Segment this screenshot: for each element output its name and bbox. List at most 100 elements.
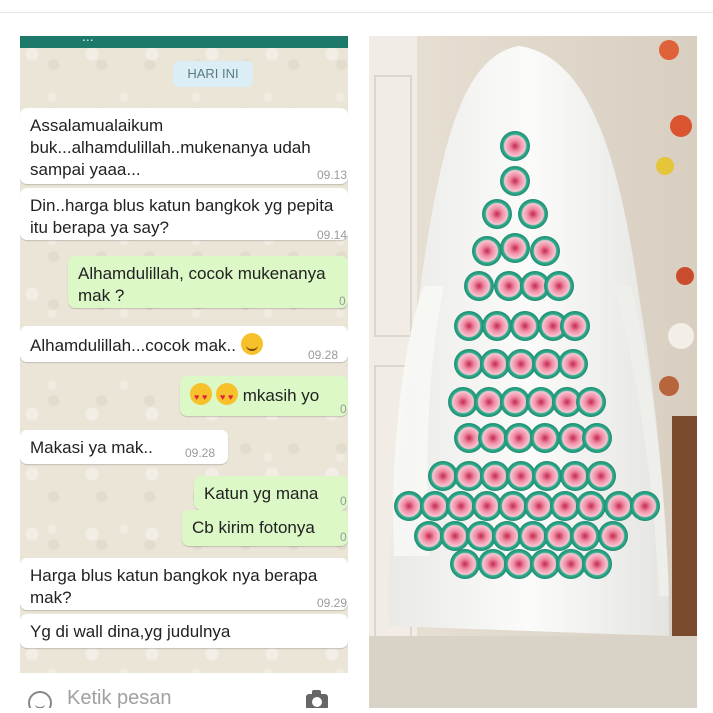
crochet-flower: [582, 423, 612, 453]
crochet-flower: [576, 387, 606, 417]
crochet-flower: [506, 349, 536, 379]
message-text: Cb kirim fotonya: [192, 518, 315, 537]
crochet-flower: [454, 461, 484, 491]
crochet-flower: [560, 461, 590, 491]
emoji-picker-icon[interactable]: [28, 691, 52, 708]
crochet-flower: [630, 491, 660, 521]
crochet-flower: [450, 549, 480, 579]
crochet-flower: [532, 461, 562, 491]
message-time: 0: [340, 402, 347, 416]
crochet-flower: [500, 387, 530, 417]
crochet-flower: [506, 461, 536, 491]
message-text: Makasi ya mak..: [30, 438, 153, 457]
crochet-flower: [604, 491, 634, 521]
message-incoming[interactable]: Assalamualaikum buk...alhamdulillah..muk…: [20, 108, 348, 184]
chat-panel: ... HARI INI Assalamualaikum buk...alham…: [20, 36, 348, 708]
crochet-flower: [414, 521, 444, 551]
message-outgoing[interactable]: Alhamdulillah, cocok mukenanya mak ? 0: [68, 256, 348, 308]
crochet-flower: [482, 311, 512, 341]
camera-icon[interactable]: [306, 690, 328, 708]
crochet-flower: [560, 311, 590, 341]
crochet-flower: [530, 423, 560, 453]
crochet-flower: [558, 349, 588, 379]
message-outgoing[interactable]: mkasih yo 0: [180, 376, 348, 416]
floor: [369, 636, 697, 708]
message-incoming[interactable]: Harga blus katun bangkok nya berapa mak?…: [20, 558, 348, 610]
crochet-flower: [494, 271, 524, 301]
crochet-flower: [446, 491, 476, 521]
crochet-flower: [550, 491, 580, 521]
crochet-flower: [440, 521, 470, 551]
message-outgoing[interactable]: Cb kirim fotonya 0: [182, 510, 348, 546]
crochet-flower: [454, 311, 484, 341]
message-time: 0: [340, 530, 347, 544]
message-time: 09.28: [185, 446, 216, 460]
message-text: mkasih yo: [242, 386, 320, 405]
message-text: Katun yg mana: [204, 484, 319, 503]
message-time: 09.14: [317, 228, 348, 242]
crochet-flower: [500, 233, 530, 263]
message-incoming[interactable]: Yg di wall dina,yg judulnya: [20, 614, 348, 648]
product-photo: [369, 36, 697, 708]
crochet-flower: [454, 349, 484, 379]
crochet-flower: [582, 549, 612, 579]
crochet-flower: [544, 271, 574, 301]
crochet-flower: [448, 387, 478, 417]
message-time: 09.13: [317, 168, 348, 182]
crochet-flower: [504, 549, 534, 579]
crochet-flower: [420, 491, 450, 521]
flower-decor: [659, 376, 679, 396]
crochet-flower: [480, 461, 510, 491]
crochet-flower: [518, 199, 548, 229]
flower-decor: [668, 323, 694, 349]
message-incoming[interactable]: Din..harga blus katun bangkok yg pepita …: [20, 188, 348, 242]
message-time: 09.28: [308, 348, 339, 362]
message-time: 09.29: [317, 596, 348, 610]
flower-decor: [670, 115, 692, 137]
crochet-flower: [482, 199, 512, 229]
flower-decor: [656, 157, 674, 175]
crochet-flower: [478, 423, 508, 453]
chat-header[interactable]: ...: [20, 36, 348, 48]
top-divider: [0, 12, 713, 13]
heart-eyes-emoji: [190, 383, 212, 408]
message-text: Din..harga blus katun bangkok yg pepita …: [30, 196, 334, 237]
crochet-flower: [492, 521, 522, 551]
crochet-flower: [544, 521, 574, 551]
message-incoming[interactable]: Makasi ya mak.. 09.28: [20, 430, 228, 464]
vase: [672, 416, 697, 636]
crochet-flower: [464, 271, 494, 301]
crochet-flower: [480, 349, 510, 379]
crochet-flower: [570, 521, 600, 551]
message-input[interactable]: Ketik pesan: [67, 687, 172, 708]
chat-header-title: ...: [82, 36, 94, 44]
crochet-flower: [428, 461, 458, 491]
message-text: Alhamdulillah...cocok mak..: [30, 336, 236, 355]
crochet-flower: [556, 549, 586, 579]
crochet-flower: [498, 491, 528, 521]
flower-decor: [659, 40, 679, 60]
heart-eyes-emoji: [216, 383, 238, 408]
message-text: Alhamdulillah, cocok mukenanya mak ?: [78, 264, 326, 305]
message-outgoing[interactable]: Katun yg mana 0: [194, 476, 348, 510]
crochet-flower: [524, 491, 554, 521]
crochet-flower: [466, 521, 496, 551]
crochet-flower: [526, 387, 556, 417]
crochet-flower: [518, 521, 548, 551]
crochet-flower: [394, 491, 424, 521]
message-incoming[interactable]: Alhamdulillah...cocok mak.. 09.28: [20, 326, 348, 362]
message-text: Harga blus katun bangkok nya berapa mak?: [30, 566, 318, 607]
smile-emoji: [240, 333, 263, 355]
crochet-flower: [532, 349, 562, 379]
crochet-flower: [472, 491, 502, 521]
crochet-flower: [472, 236, 502, 266]
crochet-flower: [478, 549, 508, 579]
crochet-flower: [474, 387, 504, 417]
date-chip: HARI INI: [173, 61, 253, 87]
crochet-flower: [530, 549, 560, 579]
flower-decor: [676, 267, 694, 285]
crochet-flower: [500, 166, 530, 196]
mukena-image: [369, 36, 697, 708]
crochet-flower: [576, 491, 606, 521]
crochet-flower: [510, 311, 540, 341]
